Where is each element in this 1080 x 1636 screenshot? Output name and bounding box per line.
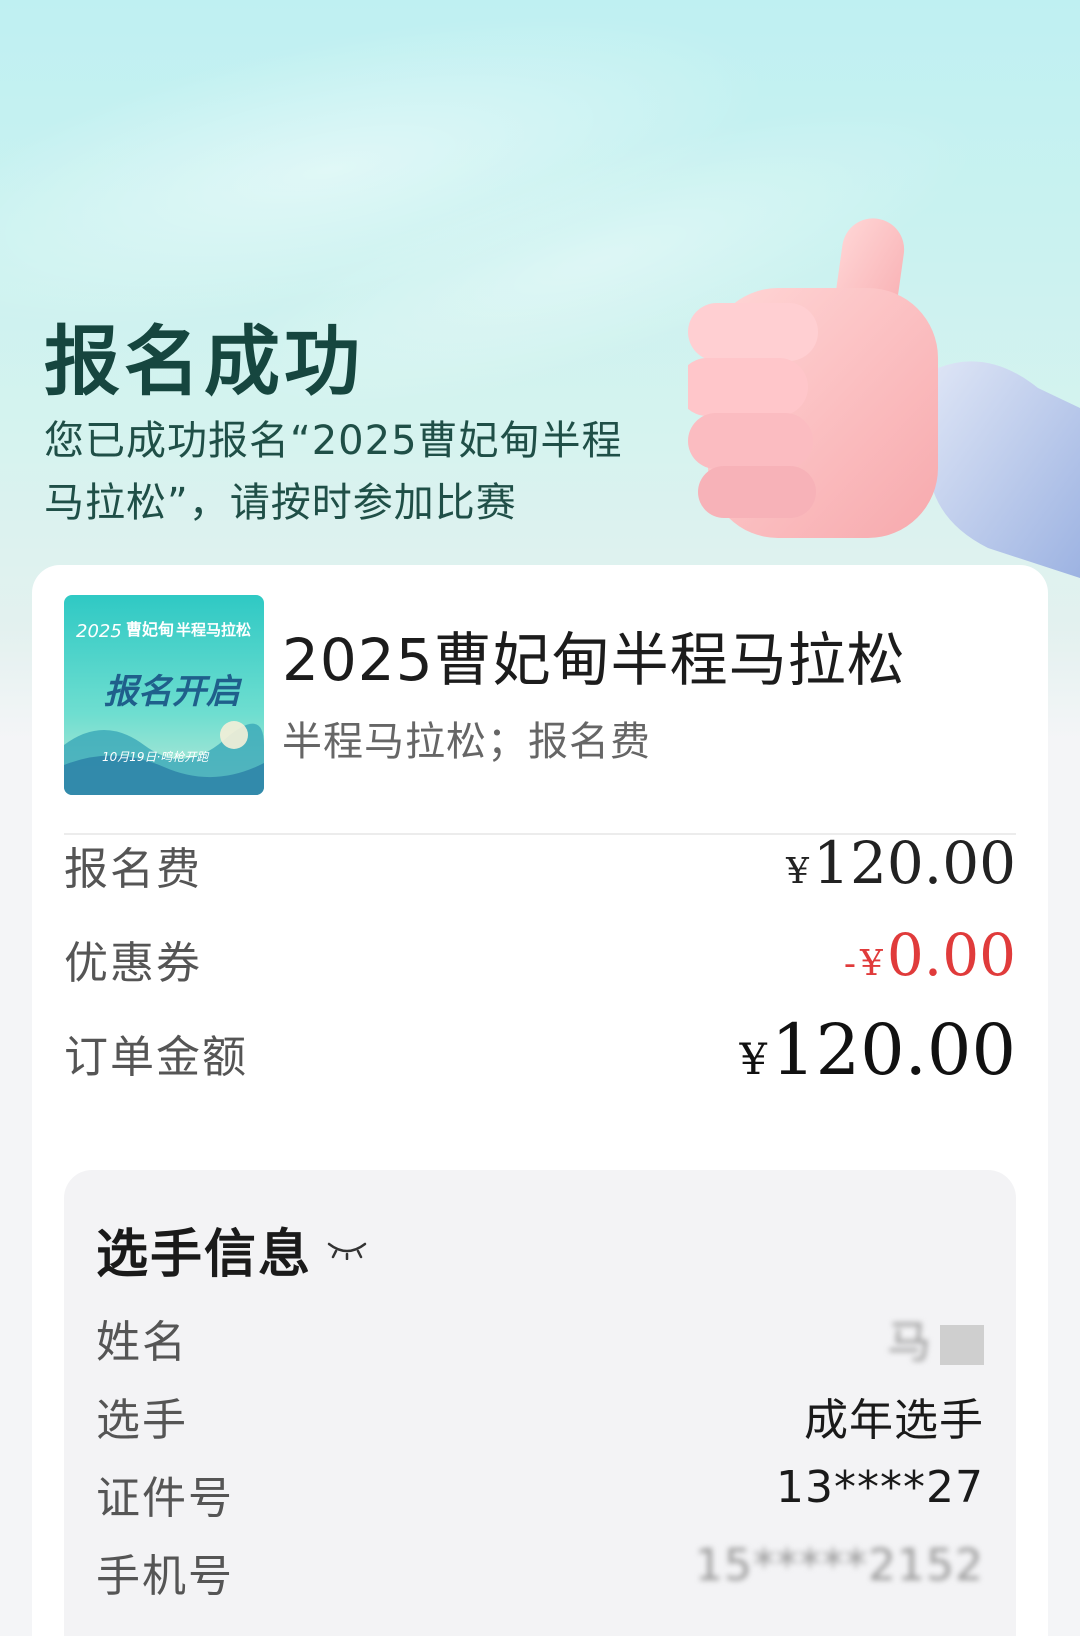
name-label: 姓名: [96, 1317, 188, 1368]
order-total-value: ¥120.00: [739, 1009, 1016, 1091]
coupon-value: - ¥0.00: [843, 921, 1016, 989]
event-title: 2025曹妃甸半程马拉松: [282, 626, 906, 694]
phone-label: 手机号: [96, 1551, 234, 1602]
svg-text:10月19日·鸣枪开跑: 10月19日·鸣枪开跑: [102, 750, 210, 764]
success-description-line2: 马拉松”，请按时参加比赛: [44, 480, 517, 526]
phone-value: 15*****2152: [695, 1540, 984, 1591]
fee-value: ¥120.00: [786, 829, 1016, 897]
name-value: 马: [887, 1306, 984, 1370]
page-title: 报名成功: [44, 317, 364, 406]
order-total-label: 订单金额: [64, 1032, 248, 1083]
svg-text:半程马拉松: 半程马拉松: [176, 621, 251, 639]
id-number-value: 13****27: [776, 1462, 984, 1513]
fee-label: 报名费: [64, 844, 202, 895]
eye-closed-icon[interactable]: [326, 1240, 368, 1260]
success-description-line1: 您已成功报名“2025曹妃甸半程: [44, 418, 623, 464]
svg-text:报名开启: 报名开启: [104, 672, 243, 712]
event-poster-image: 2025 曹妃甸 半程马拉松 报名开启 10月19日·鸣枪开跑: [64, 595, 264, 795]
svg-text:曹妃甸: 曹妃甸: [126, 620, 174, 639]
event-subtitle: 半程马拉松；报名费: [282, 719, 651, 765]
player-type-value: 成年选手: [804, 1395, 984, 1446]
player-type-label: 选手: [96, 1395, 188, 1446]
player-info-section: 选手信息 姓名 马 选手 成年选手 证件号 13****27 手机号 15***…: [64, 1170, 1016, 1636]
svg-text:2025: 2025: [76, 621, 122, 642]
player-info-title: 选手信息: [96, 1225, 313, 1285]
thumbs-up-icon: [688, 218, 1080, 578]
coupon-label: 优惠券: [64, 938, 202, 989]
order-card: 2025 曹妃甸 半程马拉松 报名开启 10月19日·鸣枪开跑 2025曹妃甸半…: [32, 565, 1048, 1636]
id-number-label: 证件号: [96, 1473, 234, 1524]
success-description: 您已成功报名“2025曹妃甸半程 马拉松”，请按时参加比赛: [44, 410, 664, 534]
